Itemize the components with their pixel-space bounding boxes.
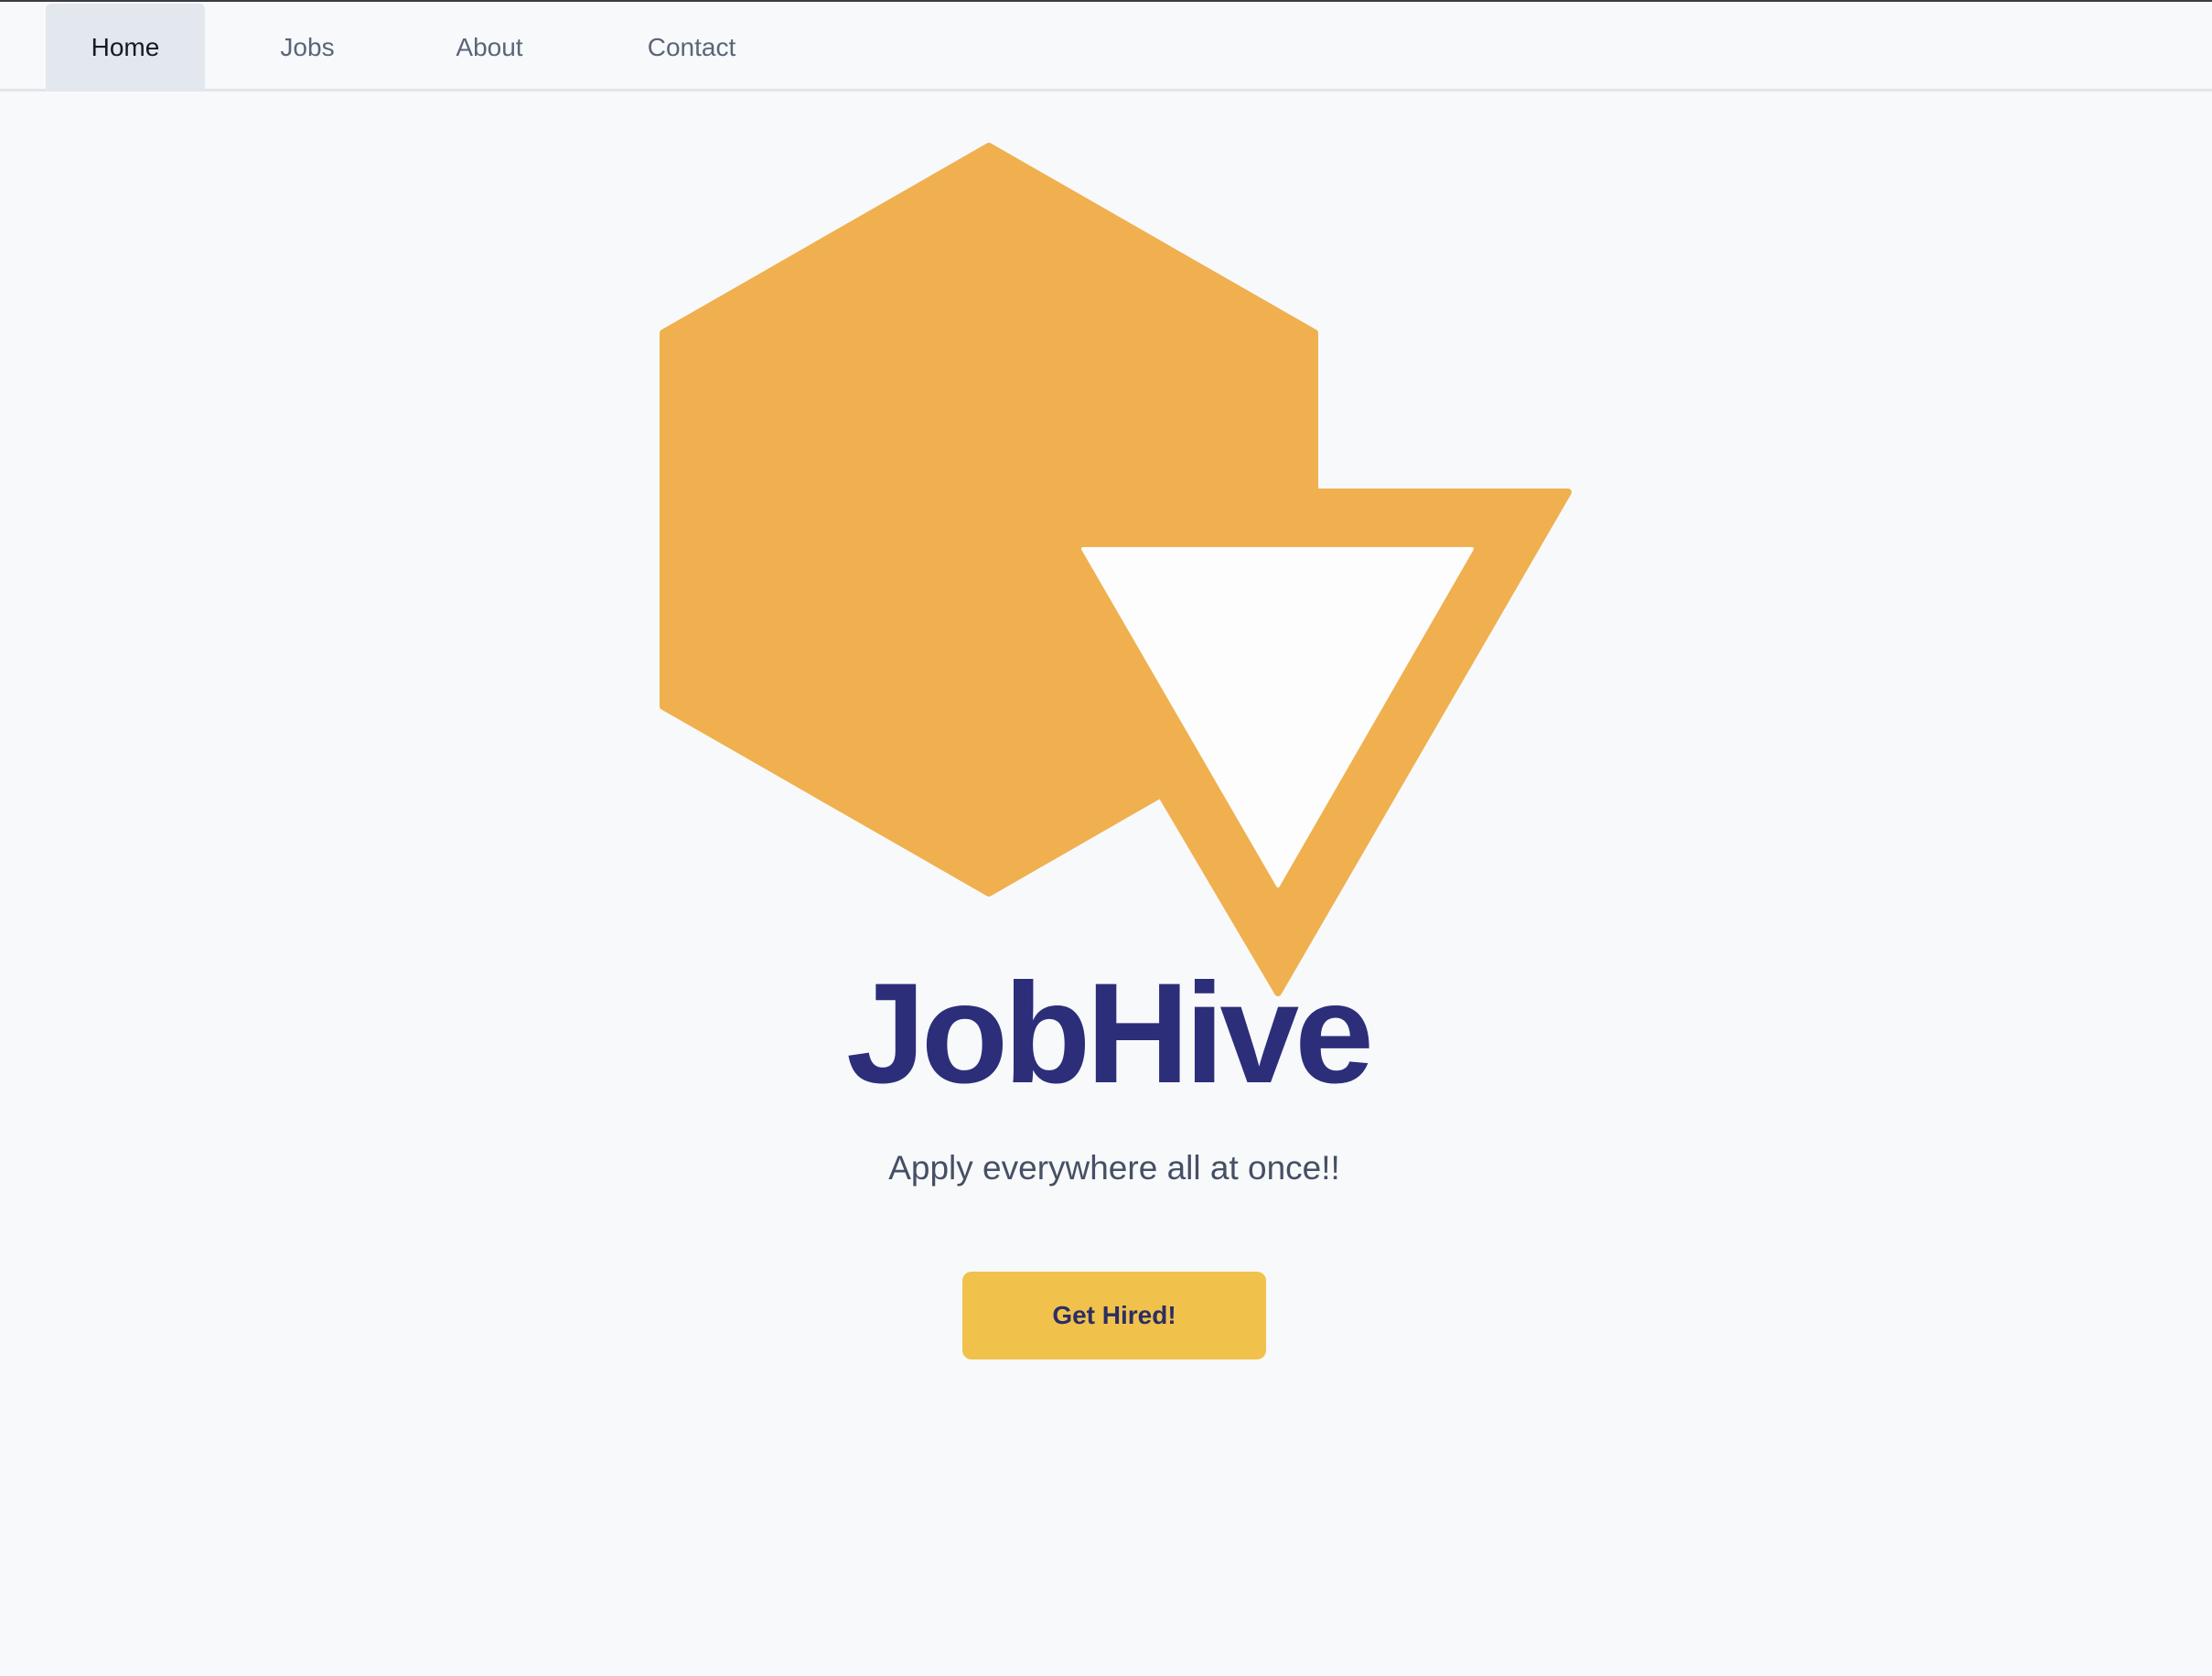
tagline: Apply everywhere all at once!! (888, 1149, 1340, 1187)
hexagon-triangle-logo-icon (660, 143, 1572, 996)
get-hired-button[interactable]: Get Hired! (962, 1272, 1266, 1359)
top-navbar: Home Jobs About Contact (0, 2, 2212, 91)
brand-title: JobHive (846, 954, 1374, 1113)
nav-item-jobs[interactable]: Jobs (243, 4, 371, 91)
nav-item-contact[interactable]: Contact (615, 4, 768, 91)
nav-item-about[interactable]: About (430, 4, 549, 91)
nav-item-home[interactable]: Home (46, 4, 205, 91)
logo-shape (660, 143, 1572, 996)
